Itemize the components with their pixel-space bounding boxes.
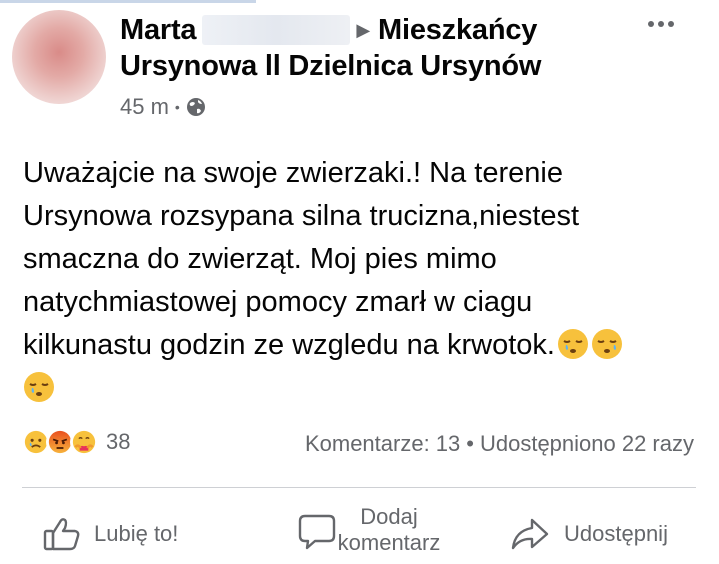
post-text-line-with-emoji: kilkunastu godzin ze wzgledu na krwotok. (23, 324, 713, 367)
author-name[interactable]: Marta (120, 14, 197, 46)
action-bar: Lubię to! Dodaj komentarz Udostępnij (0, 500, 719, 564)
meta-dot: • (174, 99, 180, 115)
stats-separator: • (466, 431, 474, 456)
top-edge-rule (0, 0, 256, 3)
group-name[interactable]: Mieszkańcy (378, 14, 537, 46)
dot (658, 21, 664, 27)
post-time[interactable]: 45 m (120, 94, 169, 120)
avatar[interactable] (12, 10, 106, 104)
post-text-line: kilkunastu godzin ze wzgledu na krwotok. (23, 329, 555, 361)
thumbs-up-icon (43, 518, 80, 551)
dot (648, 21, 654, 27)
care-reaction-icon (70, 428, 98, 456)
share-label: Udostępnij (564, 521, 668, 546)
comments-count-link[interactable]: Komentarze: 13 (305, 431, 460, 456)
group-name-line2[interactable]: Ursynowa ll Dzielnica Ursynów (120, 48, 680, 84)
comment-label: Dodaj komentarz (325, 504, 453, 556)
comment-button[interactable]: Dodaj komentarz (297, 504, 453, 556)
sleepy-face-emoji (591, 329, 622, 359)
post-text-line: natychmiastowej pomocy zmarł w ciagu (23, 286, 533, 318)
like-button[interactable]: Lubię to! (42, 514, 178, 554)
sleepy-face-emoji (557, 329, 588, 359)
redacted-surname (202, 15, 351, 45)
post-text-line: Ursynowa rozsypana silna trucizna,nieste… (23, 200, 580, 232)
reaction-count: 38 (106, 429, 131, 454)
share-button[interactable]: Udostępnij (510, 514, 668, 554)
actions-divider (22, 487, 696, 488)
shares-count-link[interactable]: Udostępniono 22 razy (480, 431, 694, 456)
dot (668, 21, 674, 27)
post-header: Marta ▶ Mieszkańcy Ursynowa ll Dzielnica U… (120, 12, 680, 120)
share-arrow-icon (511, 518, 549, 550)
globe-icon[interactable] (186, 97, 206, 117)
post-meta: 45 m • (120, 94, 680, 120)
more-options-icon[interactable] (648, 14, 684, 34)
sleepy-face-emoji (24, 372, 54, 402)
engagement-stats: Komentarze: 13 • Udostępniono 22 razy (305, 431, 694, 457)
comment-label-line2: komentarz (337, 530, 441, 555)
post-text-line-emoji-only (23, 367, 713, 410)
reactions-summary[interactable]: 38 (22, 428, 130, 456)
post-text-line: smaczna do zwierząt. Moj pies mimo (23, 243, 497, 275)
title-line-1: Marta ▶ Mieszkańcy (120, 12, 680, 48)
post-text-line: Uważajcie na swoje zwierzaki.! Na tereni… (23, 157, 563, 189)
comment-label-line1: Dodaj (360, 504, 418, 529)
right-triangle-icon: ▶ (356, 20, 371, 40)
post-body: Uważajcie na swoje zwierzaki.! Na tereni… (23, 152, 713, 410)
like-label: Lubię to! (94, 521, 179, 546)
